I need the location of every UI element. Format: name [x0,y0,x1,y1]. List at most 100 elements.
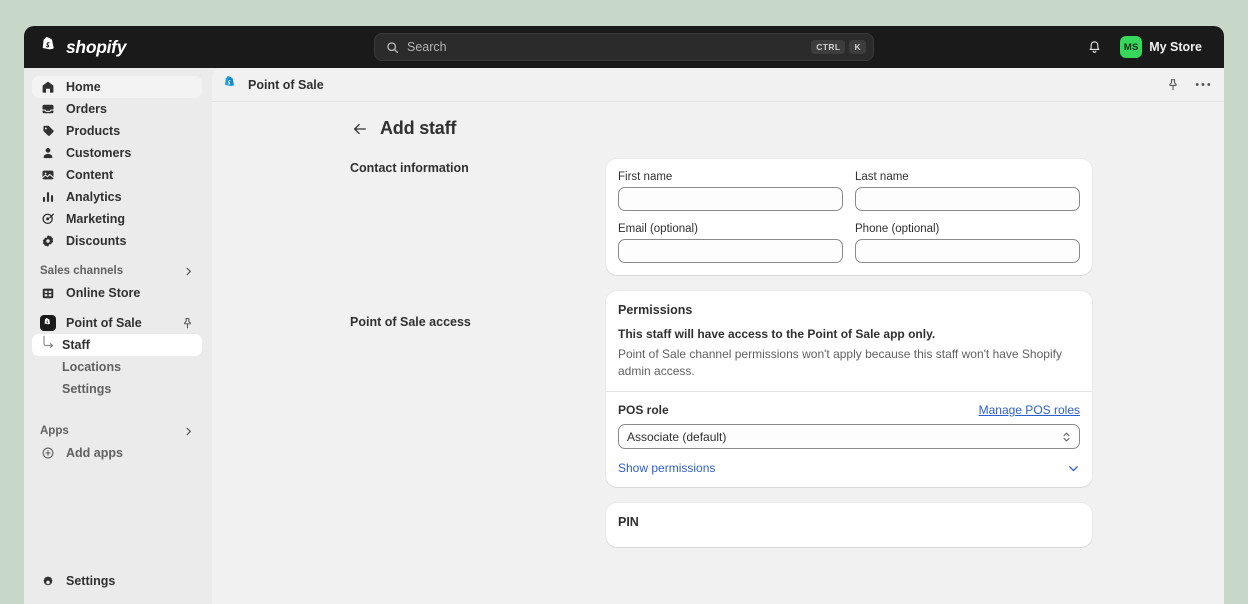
ellipsis-icon[interactable] [1194,76,1212,94]
first-name-label: First name [618,171,673,183]
page-title: Add staff [380,118,457,138]
sidebar-item-label: Content [66,168,114,182]
show-permissions-label: Show permissions [618,461,716,476]
sidebar-item-customers[interactable]: Customers [32,142,202,164]
sidebar-item-label: Point of Sale [66,316,142,330]
sidebar-item-label: Home [66,80,101,94]
sidebar-item-discounts[interactable]: Discounts [32,230,202,252]
cards-column: First name Last name Email (optional) Ph… [606,159,1092,563]
phone-input[interactable] [855,239,1080,263]
avatar: MS [1120,36,1143,58]
sidebar-item-marketing[interactable]: Marketing [32,208,202,230]
store-switcher[interactable]: MS My Store [1117,33,1210,61]
contact-information-card: First name Last name Email (optional) Ph… [606,159,1092,275]
last-name-label: Last name [855,171,909,183]
sidebar-item-label: Discounts [66,234,127,248]
storefront-icon [40,285,56,301]
pos-role-select[interactable]: Associate (default) [618,424,1080,450]
search-placeholder: Search [407,40,447,54]
permissions-primary-text: This staff will have access to the Point… [618,327,936,341]
pin-card: PIN [606,503,1092,548]
home-icon [40,79,56,95]
sidebar: Home Orders Products Customers Content A… [24,68,212,604]
main-panel: Point of Sale Add staff Contact informat… [212,68,1224,604]
shopify-admin-window: shopify Search CTRL K MS My Store Home O… [24,26,1224,604]
shopify-brand[interactable]: shopify [40,36,126,58]
sidebar-item-home[interactable]: Home [32,76,202,98]
pos-role-select-wrapper: Associate (default) [618,424,1080,450]
sidebar-item-orders[interactable]: Orders [32,98,202,120]
sidebar-section-apps[interactable]: Apps [32,420,202,442]
plus-circle-icon [40,445,56,461]
section-label-pos-access: Point of Sale access [350,315,471,329]
bell-icon[interactable] [1081,34,1107,60]
sidebar-item-label: Marketing [66,212,126,226]
form-layout: Contact information Point of Sale access… [344,159,1092,563]
sidebar-item-pos-settings[interactable]: Settings [32,378,202,400]
sidebar-item-label: Customers [66,146,132,160]
sidebar-item-settings[interactable]: Settings [32,570,202,592]
sidebar-item-staff[interactable]: Staff [32,334,202,356]
sidebar-item-content[interactable]: Content [32,164,202,186]
sidebar-item-label: Add apps [66,446,123,460]
email-input[interactable] [618,239,843,263]
shortcut-modifier: CTRL [811,40,846,54]
shopify-bag-icon [40,36,59,58]
tree-branch-icon [42,336,54,350]
permissions-title: Permissions [618,303,693,317]
global-search[interactable]: Search CTRL K [374,33,874,61]
sidebar-item-add-apps[interactable]: Add apps [32,442,202,464]
top-bar: shopify Search CTRL K MS My Store [24,26,1224,68]
last-name-field: Last name [855,171,1080,211]
email-label: Email (optional) [618,223,698,235]
sidebar-section-sales-channels[interactable]: Sales channels [32,260,202,282]
sidebar-item-label: Settings [66,574,116,588]
sidebar-item-label: Online Store [66,286,141,300]
pos-app-icon [40,315,56,331]
chevron-down-icon [1067,462,1080,475]
top-bar-right: MS My Store [1081,26,1210,68]
sidebar-item-label: Settings [62,382,112,396]
section-heading: Sales channels [40,265,124,277]
tag-icon [40,123,56,139]
pin-icon[interactable] [1164,76,1182,94]
first-name-input[interactable] [618,187,843,211]
sidebar-item-online-store[interactable]: Online Store [32,282,202,304]
arrow-left-icon[interactable] [350,119,370,139]
orders-icon [40,101,56,117]
manage-pos-roles-link[interactable]: Manage POS roles [979,403,1080,417]
sidebar-item-label: Staff [62,338,90,352]
app-bar-title: Point of Sale [248,77,324,92]
person-icon [40,145,56,161]
search-shortcut: CTRL K [811,40,866,54]
first-name-field: First name [618,171,843,211]
last-name-input[interactable] [855,187,1080,211]
bar-chart-icon [40,189,56,205]
shortcut-key: K [849,40,866,54]
section-label-contact-information: Contact information [350,161,469,175]
sidebar-item-products[interactable]: Products [32,120,202,142]
sidebar-item-label: Locations [62,360,122,374]
store-name: My Store [1149,40,1202,54]
pin-title: PIN [618,515,639,530]
embedded-app-bar: Point of Sale [212,68,1224,102]
page-header: Add staff [344,118,1092,139]
permissions-card: Permissions This staff will have access … [606,291,1092,488]
sidebar-item-label: Orders [66,102,107,116]
contact-field-row: Email (optional) Phone (optional) [618,223,1080,263]
sidebar-item-analytics[interactable]: Analytics [32,186,202,208]
sidebar-settings-row: Settings [32,570,202,592]
page-scroll-area[interactable]: Add staff Contact information Point of S… [212,102,1224,604]
search-icon [386,41,399,54]
pos-shopify-bag-icon [222,76,239,93]
chevron-right-icon [183,426,194,437]
phone-field: Phone (optional) [855,223,1080,263]
sidebar-item-point-of-sale[interactable]: Point of Sale [32,312,202,334]
email-field: Email (optional) [618,223,843,263]
pin-icon[interactable] [181,317,194,330]
sidebar-item-locations[interactable]: Locations [32,356,202,378]
show-permissions-disclosure[interactable]: Show permissions [618,461,1080,475]
pos-role-label: POS role [618,403,669,418]
sidebar-item-label: Analytics [66,190,122,204]
chevron-right-icon [183,266,194,277]
